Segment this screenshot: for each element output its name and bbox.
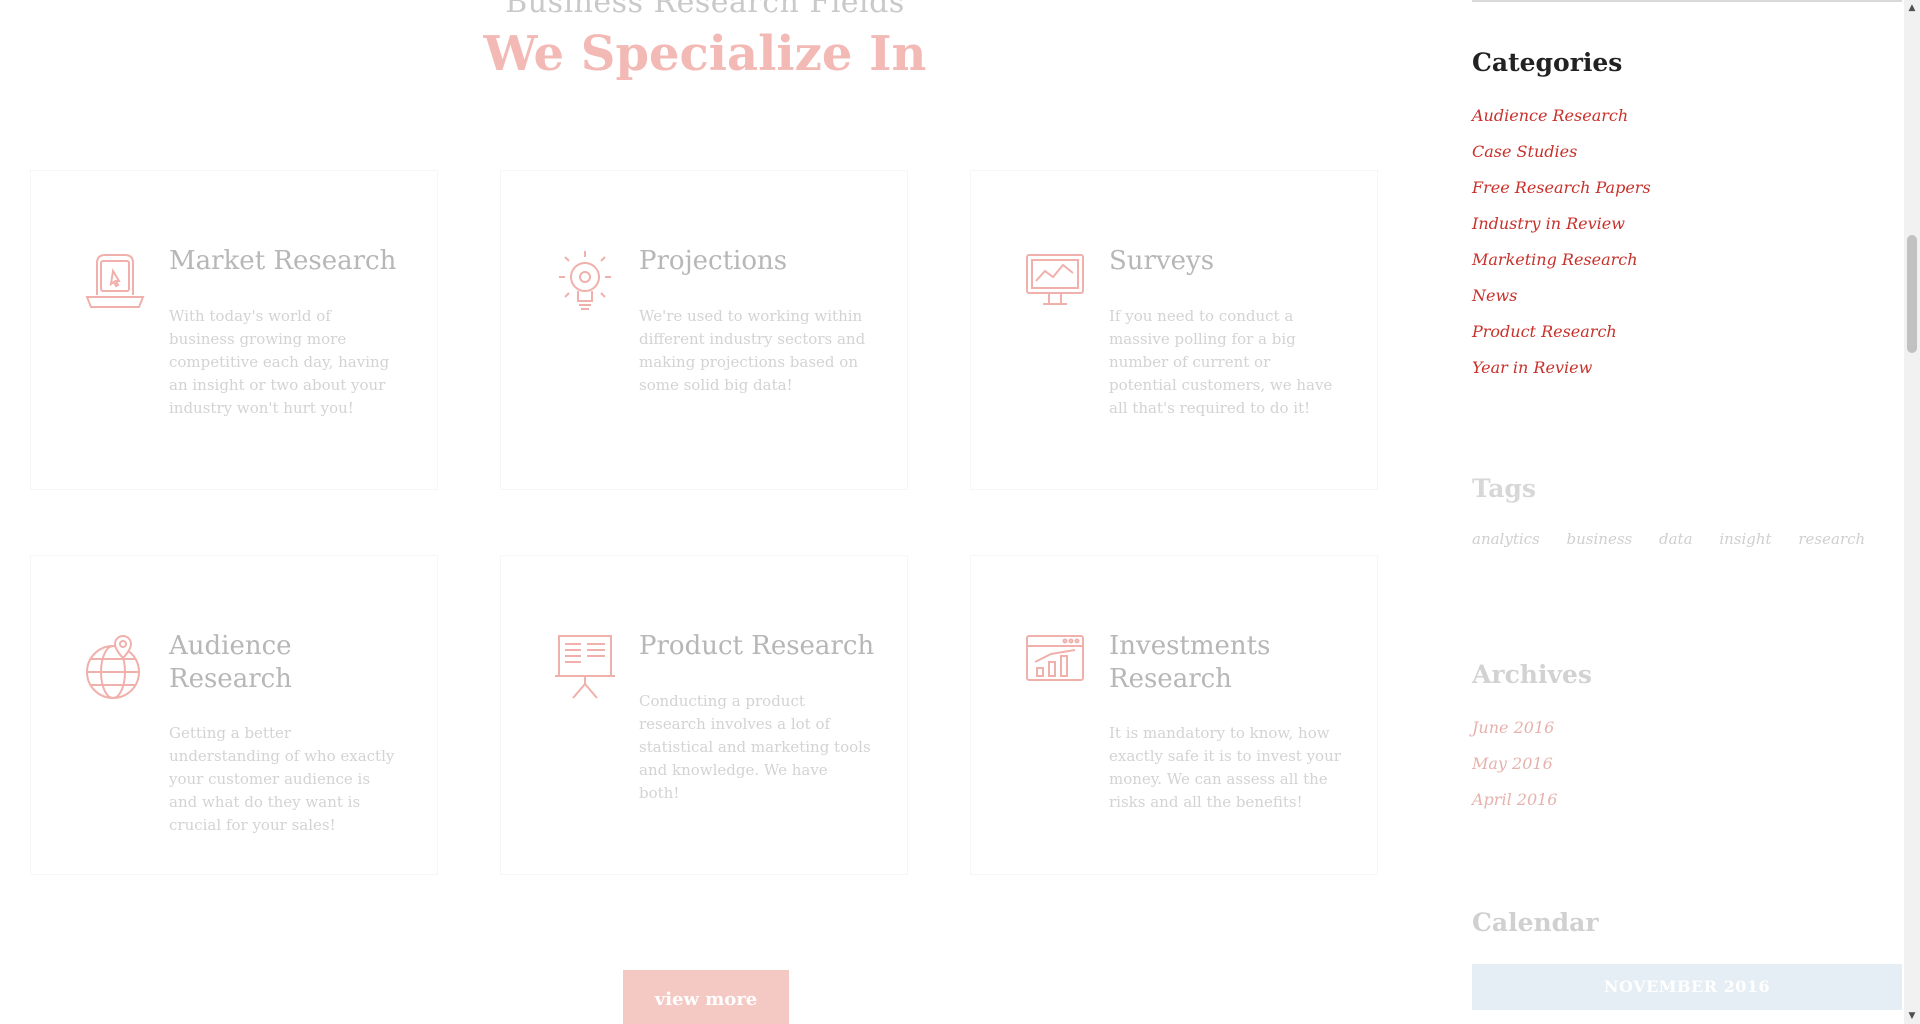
category-link[interactable]: Case Studies bbox=[1472, 140, 1651, 176]
tag-link[interactable]: business bbox=[1567, 530, 1633, 548]
tag-link[interactable]: research bbox=[1798, 530, 1865, 548]
lightbulb-gear-icon bbox=[553, 247, 617, 317]
service-description: If you need to conduct a massive polling… bbox=[1109, 307, 1333, 417]
scrollbar-thumb[interactable] bbox=[1907, 235, 1917, 353]
category-link[interactable]: Product Research bbox=[1472, 320, 1651, 356]
scroll-up-arrow-icon[interactable]: ▲ bbox=[1904, 0, 1920, 16]
laptop-mouse-icon bbox=[83, 247, 147, 317]
service-description: We're used to working within different i… bbox=[639, 307, 866, 394]
service-title: Investments Research bbox=[1109, 631, 1271, 694]
tags-widget-title: Tags bbox=[1472, 474, 1536, 503]
archives-list: June 2016 May 2016 April 2016 bbox=[1472, 716, 1557, 824]
service-card-surveys[interactable]: Surveys If you need to conduct a massive… bbox=[970, 170, 1378, 490]
services-section: Business Research Fields We Specialize I… bbox=[0, 0, 1410, 1024]
service-card-product-research[interactable]: Product Research Conducting a product re… bbox=[500, 555, 908, 875]
service-card-investments-research[interactable]: Investments Research It is mandatory to … bbox=[970, 555, 1378, 875]
view-more-button[interactable]: view more bbox=[623, 970, 789, 1024]
service-title: Audience Research bbox=[169, 631, 292, 694]
service-card-projections[interactable]: Projections We're used to working within… bbox=[500, 170, 908, 490]
category-link[interactable]: Free Research Papers bbox=[1472, 176, 1651, 212]
sidebar: Categories Audience Research Case Studie… bbox=[1472, 0, 1902, 1024]
service-description: Getting a better understanding of who ex… bbox=[169, 724, 395, 834]
category-link[interactable]: News bbox=[1472, 284, 1651, 320]
service-description: Conducting a product research involves a… bbox=[639, 692, 871, 802]
archive-link[interactable]: April 2016 bbox=[1472, 788, 1557, 824]
archive-link[interactable]: May 2016 bbox=[1472, 752, 1557, 788]
service-card-market-research[interactable]: Market Research With today's world of bu… bbox=[30, 170, 438, 490]
service-title: Projections bbox=[639, 246, 788, 276]
service-title: Surveys bbox=[1109, 246, 1215, 276]
calendar-widget-title: Calendar bbox=[1472, 908, 1599, 937]
tag-link[interactable]: data bbox=[1659, 530, 1693, 548]
calendar-month-header: NOVEMBER 2016 bbox=[1472, 964, 1902, 1010]
archive-link[interactable]: June 2016 bbox=[1472, 716, 1557, 752]
category-link[interactable]: Audience Research bbox=[1472, 104, 1651, 140]
presentation-board-icon bbox=[553, 632, 617, 702]
category-link[interactable]: Industry in Review bbox=[1472, 212, 1651, 248]
tag-link[interactable]: analytics bbox=[1472, 530, 1540, 548]
page-viewport: Business Research Fields We Specialize I… bbox=[0, 0, 1904, 1024]
category-link[interactable]: Year in Review bbox=[1472, 356, 1651, 392]
browser-chart-icon bbox=[1023, 632, 1087, 702]
section-title: We Specialize In bbox=[483, 26, 927, 82]
service-card-audience-research[interactable]: Audience Research Getting a better under… bbox=[30, 555, 438, 875]
scroll-down-arrow-icon[interactable]: ▼ bbox=[1904, 1008, 1920, 1024]
service-title: Product Research bbox=[639, 631, 875, 661]
category-link[interactable]: Marketing Research bbox=[1472, 248, 1651, 284]
service-description: It is mandatory to know, how exactly saf… bbox=[1109, 724, 1341, 811]
tag-link[interactable]: insight bbox=[1719, 530, 1771, 548]
section-pretitle: Business Research Fields bbox=[505, 0, 905, 20]
service-title: Market Research bbox=[169, 246, 397, 276]
vertical-scrollbar[interactable]: ▲ ▼ bbox=[1904, 0, 1920, 1024]
sidebar-divider bbox=[1472, 0, 1902, 2]
globe-pin-icon bbox=[83, 632, 147, 702]
categories-widget-title: Categories bbox=[1472, 48, 1623, 77]
monitor-chart-icon bbox=[1023, 247, 1087, 317]
categories-list: Audience Research Case Studies Free Rese… bbox=[1472, 104, 1651, 392]
tag-cloud: analytics business data insight research bbox=[1472, 530, 1887, 548]
archives-widget-title: Archives bbox=[1472, 660, 1592, 689]
service-description: With today's world of business growing m… bbox=[169, 307, 390, 417]
